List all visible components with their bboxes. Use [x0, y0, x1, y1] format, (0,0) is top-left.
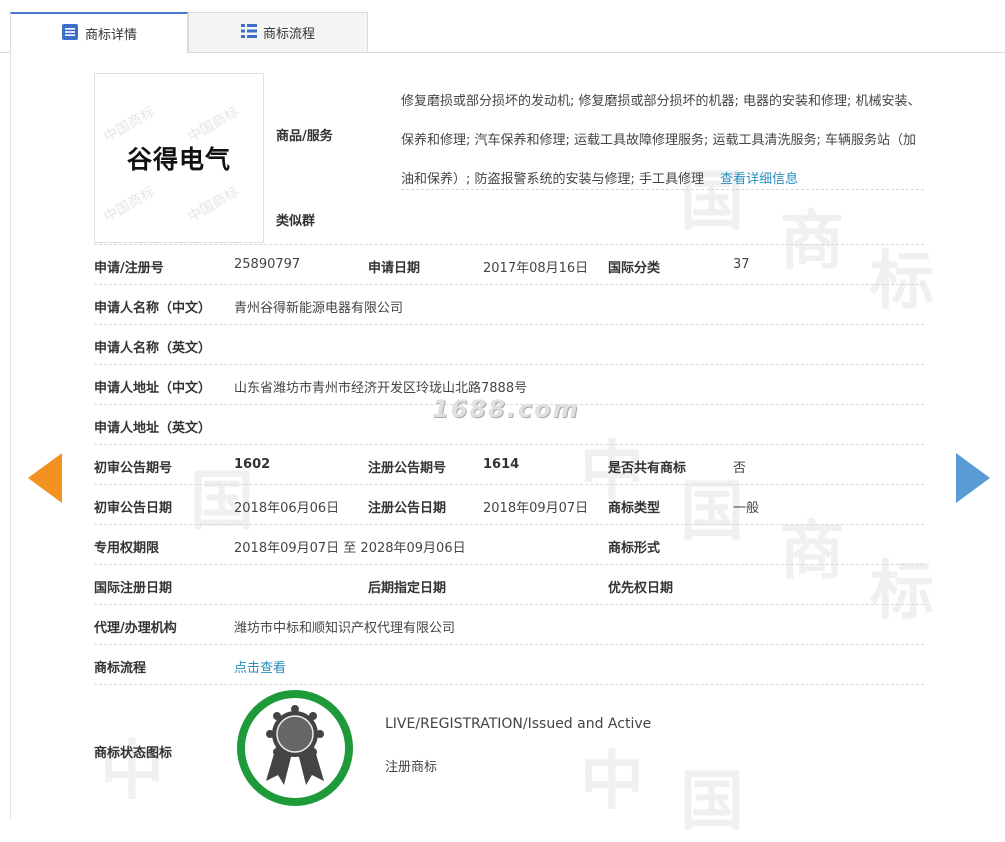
tm-form-label: 商标形式: [608, 541, 661, 556]
site-watermark: 1688.com: [432, 395, 580, 423]
divider: [94, 364, 924, 365]
address-cn-value: 山东省潍坊市青州市经济开发区玲珑山北路7888号: [234, 381, 528, 396]
logo-watermark: 中国商标: [101, 183, 158, 226]
divider: [94, 484, 924, 485]
divider: [94, 684, 924, 685]
tab-trademark-flow[interactable]: 商标流程: [188, 12, 368, 52]
reg-no-label: 申请/注册号: [94, 261, 164, 276]
priority-date-label: 优先权日期: [608, 581, 674, 596]
applicant-en-label: 申请人名称（英文）: [94, 341, 212, 356]
status-text-cn: 注册商标: [385, 760, 438, 775]
goods-services-label: 商品/服务: [276, 129, 333, 144]
goods-services-list: 修复磨损或部分损坏的发动机; 修复磨损或部分损坏的机器; 电器的安装和修理; 机…: [401, 82, 926, 199]
address-en-label: 申请人地址（英文）: [94, 421, 212, 436]
tab-label: 商标详情: [84, 28, 137, 43]
tab-bar: 商标详情 商标流程: [0, 0, 1005, 53]
logo-watermark: 中国商标: [185, 183, 242, 226]
divider: [94, 564, 924, 565]
divider: [94, 524, 924, 525]
later-date-label: 后期指定日期: [368, 581, 447, 596]
divider: [94, 444, 924, 445]
prelim-no-value: 1602: [234, 457, 271, 472]
view-flow-link[interactable]: 点击查看: [234, 657, 286, 676]
flow-label: 商标流程: [94, 661, 147, 676]
intl-reg-date-label: 国际注册日期: [94, 581, 173, 596]
exclusive-label: 专用权期限: [94, 541, 160, 556]
view-details-link[interactable]: 查看详细信息: [720, 172, 798, 187]
list-icon: [240, 23, 257, 43]
goods-services-text: 修复磨损或部分损坏的发动机; 修复磨损或部分损坏的机器; 电器的安装和修理; 机…: [401, 94, 921, 187]
reg-pub-no-label: 注册公告期号: [368, 461, 447, 476]
prelim-date-label: 初审公告日期: [94, 501, 173, 516]
divider: [94, 244, 924, 245]
app-date-value: 2017年08月16日: [483, 261, 589, 276]
status-text-en: LIVE/REGISTRATION/Issued and Active: [385, 716, 652, 732]
tm-type-value: 一般: [733, 501, 760, 516]
shared-label: 是否共有商标: [608, 461, 687, 476]
tab-label: 商标流程: [262, 27, 315, 42]
divider: [401, 189, 924, 190]
reg-pub-date-value: 2018年09月07日: [483, 501, 589, 516]
tab-trademark-detail[interactable]: 商标详情: [10, 12, 188, 53]
reg-pub-date-label: 注册公告日期: [368, 501, 447, 516]
applicant-cn-value: 青州谷得新能源电器有限公司: [234, 301, 404, 316]
address-cn-label: 申请人地址（中文）: [94, 381, 212, 396]
divider: [94, 604, 924, 605]
agent-value: 潍坊市中标和顺知识产权代理有限公司: [234, 621, 456, 636]
reg-no-value: 25890797: [234, 257, 301, 272]
applicant-cn-label: 申请人名称（中文）: [94, 301, 212, 316]
intl-class-label: 国际分类: [608, 261, 661, 276]
next-arrow-icon[interactable]: [956, 453, 990, 503]
prelim-date-value: 2018年06月06日: [234, 501, 340, 516]
agent-label: 代理/办理机构: [94, 621, 177, 636]
intl-class-value: 37: [733, 257, 750, 272]
similar-group-label: 类似群: [276, 214, 316, 229]
exclusive-value: 2018年09月07日 至 2028年09月06日: [234, 541, 466, 556]
reg-pub-no-value: 1614: [483, 457, 520, 472]
status-icon-label: 商标状态图标: [94, 746, 173, 761]
prelim-no-label: 初审公告期号: [94, 461, 173, 476]
tm-type-label: 商标类型: [608, 501, 661, 516]
registered-badge-icon: [236, 689, 354, 807]
document-list-icon: [61, 23, 79, 45]
shared-value: 否: [733, 461, 747, 476]
app-date-label: 申请日期: [368, 261, 421, 276]
trademark-logo-text: 谷得电气: [126, 145, 231, 174]
divider: [94, 284, 924, 285]
divider: [94, 324, 924, 325]
divider: [94, 644, 924, 645]
previous-arrow-icon[interactable]: [28, 453, 62, 503]
trademark-image: 中国商标 中国商标 中国商标 中国商标 谷得电气: [94, 73, 264, 243]
